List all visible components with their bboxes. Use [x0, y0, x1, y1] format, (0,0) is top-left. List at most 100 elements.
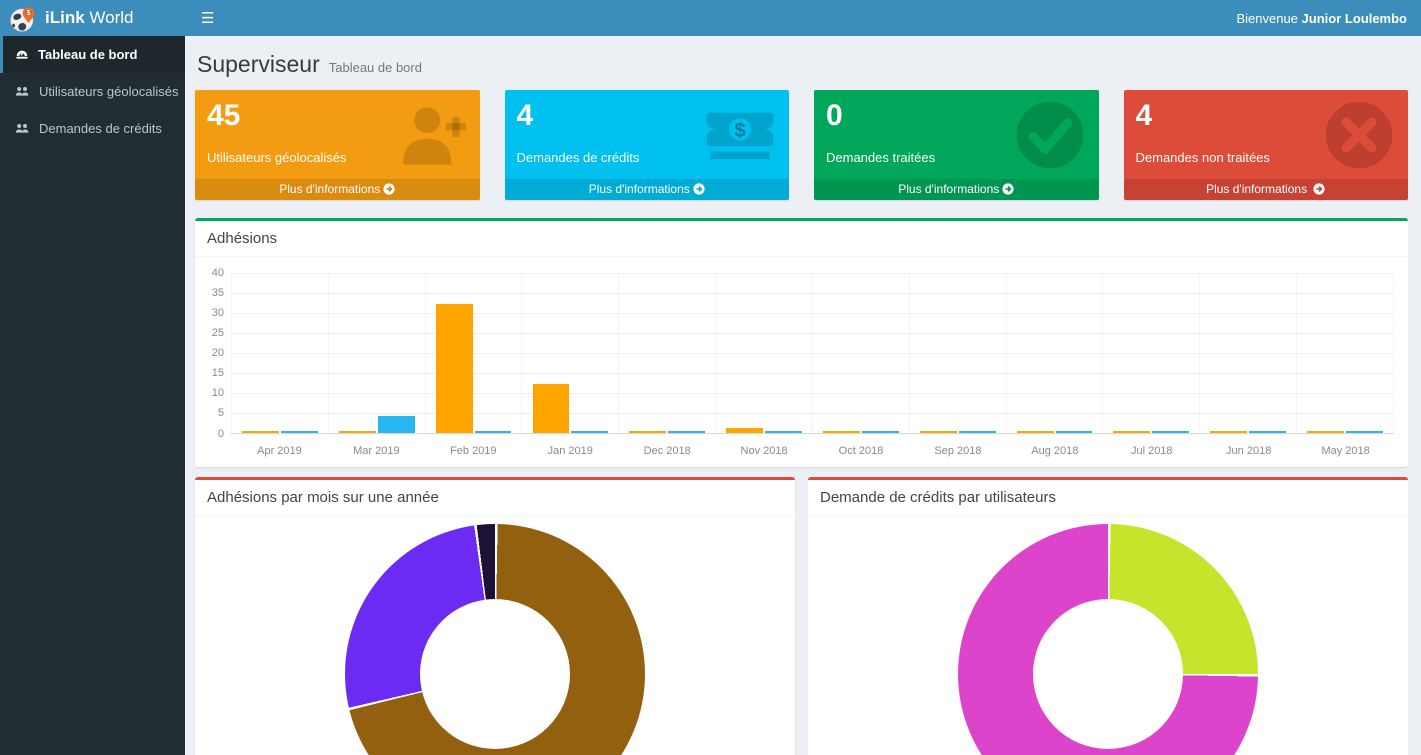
bar-series-2-cyan — [475, 431, 512, 433]
bar-series-1-orange — [242, 431, 279, 433]
bar-group-mar-2019 — [328, 273, 425, 433]
bar-group-aug-2018 — [1006, 273, 1103, 433]
bar-series-1-orange — [1113, 431, 1150, 433]
sidebar-item-label: Demandes de crédits — [39, 121, 162, 136]
sidebar-item-label: Tableau de bord — [38, 47, 137, 62]
brand-text: iLink World — [45, 8, 134, 28]
x-tick-label: Sep 2018 — [909, 445, 1006, 457]
bar-series-2-cyan — [668, 431, 705, 433]
bar-group-apr-2019 — [231, 273, 328, 433]
bar-series-2-cyan — [571, 431, 608, 433]
adhesions-chart-box: Adhésions 0510152025303540 Apr 2019Mar 2… — [195, 218, 1408, 467]
bar-series-1-orange — [629, 431, 666, 433]
bar-series-1-orange — [920, 431, 957, 433]
sidebar-item-label: Utilisateurs géolocalisés — [39, 84, 178, 99]
money-icon: $ — [703, 98, 777, 172]
sidebar-item-demandes-de-credits[interactable]: Demandes de crédits — [0, 110, 185, 147]
bar-series-2-cyan — [378, 416, 415, 432]
bar-series-2-cyan — [1056, 431, 1093, 433]
x-tick-label: Jan 2019 — [522, 445, 619, 457]
more-info-link[interactable]: Plus d'informations — [814, 179, 1099, 200]
bar-series-2-cyan — [281, 431, 318, 433]
more-info-link[interactable]: Plus d'informations — [1124, 179, 1409, 200]
page-subtitle: Tableau de bord — [329, 60, 422, 75]
bar-series-1-orange — [1210, 431, 1247, 433]
bar-series-1-orange — [533, 384, 570, 432]
ilink-world-logo-icon: $ — [10, 5, 37, 32]
x-tick-label: Nov 2018 — [716, 445, 813, 457]
bar-series-1-orange — [823, 431, 860, 433]
bar-series-2-cyan — [1346, 431, 1383, 433]
sidebar-item-utilisateurs-geolocalises[interactable]: Utilisateurs géolocalisés — [0, 73, 185, 110]
adhesions-chart-title: Adhésions — [195, 221, 1408, 257]
x-tick-label: Apr 2019 — [231, 445, 328, 457]
adhesions-donut-title: Adhésions par mois sur une année — [195, 480, 795, 516]
sidebar-item-tableau-de-bord[interactable]: Tableau de bord — [0, 36, 185, 73]
bar-series-2-cyan — [959, 431, 996, 433]
bar-group-feb-2019 — [425, 273, 522, 433]
stat-cards-row: 45 Utilisateurs géolocalisés Plus d'info… — [195, 90, 1408, 200]
bar-group-nov-2018 — [715, 273, 812, 433]
bar-group-sep-2018 — [909, 273, 1006, 433]
bar-series-1-orange — [726, 428, 763, 432]
x-tick-label: Dec 2018 — [619, 445, 716, 457]
x-tick-label: May 2018 — [1297, 445, 1394, 457]
times-circle-icon — [1322, 98, 1396, 172]
arrow-circle-right-icon — [383, 183, 395, 195]
bar-series-2-cyan — [1152, 431, 1189, 433]
bar-series-1-orange — [1307, 431, 1344, 433]
bar-chart-x-labels: Apr 2019Mar 2019Feb 2019Jan 2019Dec 2018… — [231, 445, 1394, 467]
arrow-circle-right-icon — [1313, 183, 1325, 195]
bar-series-2-cyan — [862, 431, 899, 433]
stat-card-utilisateurs-geolocalises: 45 Utilisateurs géolocalisés Plus d'info… — [195, 90, 480, 200]
bar-group-jul-2018 — [1102, 273, 1199, 433]
bar-group-may-2018 — [1296, 273, 1394, 433]
more-info-link[interactable]: Plus d'informations — [505, 179, 790, 200]
adhesions-donut-box: Adhésions par mois sur une année — [195, 477, 795, 755]
bar-series-2-cyan — [1249, 431, 1286, 433]
bar-series-2-cyan — [765, 431, 802, 433]
x-tick-label: Jun 2018 — [1200, 445, 1297, 457]
bar-group-dec-2018 — [618, 273, 715, 433]
credits-donut-title: Demande de crédits par utilisateurs — [808, 480, 1408, 516]
bar-group-jan-2019 — [521, 273, 618, 433]
bar-group-jun-2018 — [1199, 273, 1296, 433]
svg-text:$: $ — [734, 120, 746, 142]
bar-series-1-orange — [339, 431, 376, 433]
brand[interactable]: $ iLink World — [0, 0, 185, 36]
page-title: Superviseur — [197, 51, 320, 78]
sidebar-toggle-hamburger-icon[interactable]: ☰ — [185, 0, 230, 36]
arrow-circle-right-icon — [1002, 183, 1014, 195]
users-icon — [15, 85, 30, 98]
user-plus-icon — [394, 98, 468, 172]
users-icon — [15, 122, 30, 135]
more-info-link[interactable]: Plus d'informations — [195, 179, 480, 200]
adhesions-donut-chart — [345, 524, 645, 755]
credits-donut-box: Demande de crédits par utilisateurs — [808, 477, 1408, 755]
x-tick-label: Oct 2018 — [813, 445, 910, 457]
svg-text:$: $ — [27, 9, 31, 17]
arrow-circle-right-icon — [693, 183, 705, 195]
sidebar: Tableau de bord Utilisateurs géolocalisé… — [0, 36, 185, 755]
check-circle-icon — [1013, 98, 1087, 172]
bar-group-oct-2018 — [812, 273, 909, 433]
stat-card-demandes-de-credits: 4 Demandes de crédits $ Plus d'informati… — [505, 90, 790, 200]
bar-chart-plot-area — [231, 273, 1394, 434]
dashboard-icon — [15, 48, 29, 62]
x-tick-label: Jul 2018 — [1103, 445, 1200, 457]
stat-card-demandes-traitees: 0 Demandes traitées Plus d'informations — [814, 90, 1099, 200]
x-tick-label: Mar 2019 — [328, 445, 425, 457]
main-content: Superviseur Tableau de bord 45 Utilisate… — [185, 36, 1421, 755]
donut-charts-row: Adhésions par mois sur une année Demande… — [195, 477, 1408, 755]
x-tick-label: Feb 2019 — [425, 445, 522, 457]
stat-card-demandes-non-traitees: 4 Demandes non traitées Plus d'informati… — [1124, 90, 1409, 200]
credits-donut-chart — [958, 524, 1258, 755]
page-header: Superviseur Tableau de bord — [195, 46, 1408, 90]
x-tick-label: Aug 2018 — [1006, 445, 1103, 457]
welcome-text: Bienvenue Junior Loulembo — [1236, 11, 1421, 26]
bar-chart-y-axis: 0510152025303540 — [201, 273, 231, 434]
adhesions-bar-chart: 0510152025303540 — [195, 257, 1408, 440]
top-navbar: $ iLink World ☰ Bienvenue Junior Loulemb… — [0, 0, 1421, 36]
bar-series-1-orange — [1017, 431, 1054, 433]
bar-series-1-orange — [436, 304, 473, 433]
